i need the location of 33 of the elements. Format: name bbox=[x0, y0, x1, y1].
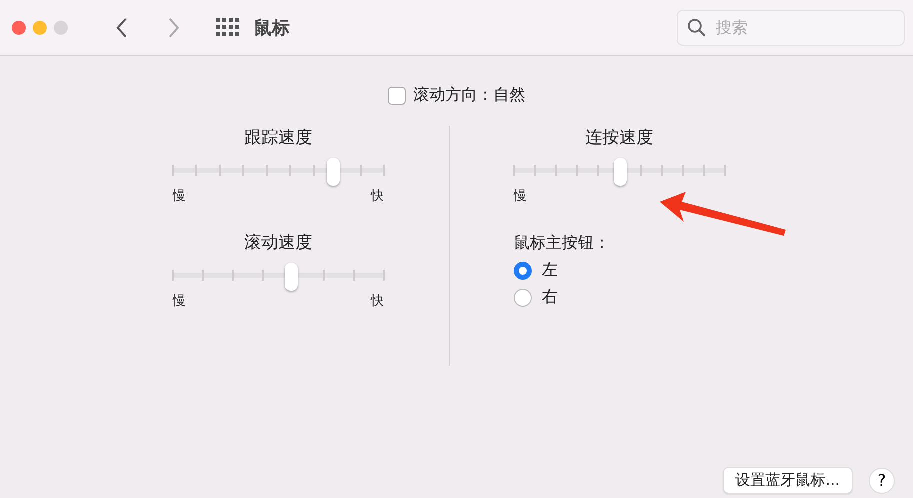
grid-icon[interactable] bbox=[216, 18, 240, 38]
slider-title: 滚动速度 bbox=[244, 232, 314, 254]
slider-thumb[interactable] bbox=[614, 158, 626, 186]
search-field[interactable]: 搜索 bbox=[677, 10, 905, 46]
slider-min-label: 慢 bbox=[514, 188, 527, 205]
window-title: 鼠标 bbox=[254, 16, 290, 40]
group-label: 鼠标主按钮： bbox=[514, 233, 611, 254]
radio-button[interactable] bbox=[514, 262, 532, 280]
zoom-button[interactable] bbox=[54, 20, 68, 34]
close-button[interactable] bbox=[12, 20, 26, 34]
back-icon[interactable] bbox=[115, 16, 129, 38]
search-input[interactable]: 搜索 bbox=[714, 17, 888, 38]
checkbox-label: 滚动方向：自然 bbox=[414, 85, 526, 106]
slider-track[interactable] bbox=[514, 158, 725, 184]
slider-thumb[interactable] bbox=[285, 263, 298, 291]
radio-label[interactable]: 右 bbox=[542, 287, 558, 308]
slider-title: 连按速度 bbox=[584, 127, 654, 149]
slider-max-label: 快 bbox=[371, 293, 384, 310]
slider-min-label: 慢 bbox=[173, 293, 186, 310]
radio-label[interactable]: 左 bbox=[542, 260, 558, 281]
search-icon bbox=[688, 18, 706, 36]
slider-title: 跟踪速度 bbox=[244, 127, 314, 149]
slider-min-label: 慢 bbox=[173, 188, 186, 205]
radio-button[interactable] bbox=[514, 288, 532, 306]
slider-thumb[interactable] bbox=[327, 158, 340, 186]
minimize-button[interactable] bbox=[33, 20, 47, 34]
bluetooth-setup-button[interactable]: 设置蓝牙鼠标... bbox=[722, 467, 853, 494]
slider-track[interactable] bbox=[173, 158, 384, 184]
checkbox[interactable] bbox=[388, 86, 406, 104]
slider-track[interactable] bbox=[173, 263, 384, 289]
forward-icon[interactable] bbox=[167, 16, 181, 38]
slider-max-label: 快 bbox=[371, 188, 384, 205]
help-button[interactable]: ? bbox=[869, 468, 895, 494]
